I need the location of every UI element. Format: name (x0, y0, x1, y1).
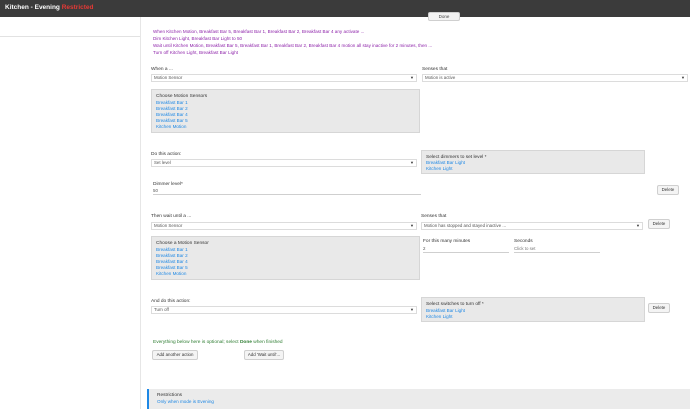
action-label: Do this action: (151, 152, 182, 157)
chevron-down-icon: ▼ (410, 307, 414, 312)
wait-senses-value: Motion has stopped and stayed inactive .… (424, 223, 507, 228)
summary-line: Wait until Kitchen Motion, Breakfast Bar… (153, 43, 433, 48)
list-item[interactable]: Kitchen Light (426, 314, 453, 319)
list-item[interactable]: Breakfast Bar 1 (156, 247, 188, 252)
chevron-down-icon: ▼ (681, 75, 685, 80)
when-label: When a ... (151, 67, 173, 72)
list-item[interactable]: Breakfast Bar 2 (156, 253, 188, 258)
minutes-label: For this many minutes (423, 239, 471, 244)
action2-select[interactable]: Turn off ▼ (151, 306, 417, 314)
when-senses-label: Senses that (422, 67, 448, 72)
top-bar: Kitchen - Evening Restricted (0, 0, 690, 17)
chevron-down-icon: ▼ (410, 75, 414, 80)
switches-picker-title: Select switches to turn off * (426, 302, 484, 307)
summary-line: Turn off Kitchen Light, Breakfast Bar Li… (153, 50, 239, 55)
delete-action-button[interactable]: Delete (657, 185, 679, 195)
chevron-down-icon: ▼ (410, 223, 414, 228)
when-senses-value: Motion is active (425, 75, 456, 80)
wait-motion-sensor-picker[interactable]: Choose a Motion Sensor Breakfast Bar 1 B… (151, 236, 420, 280)
action2-label: And do this action: (151, 299, 191, 304)
wait-motion-sensor-picker-title: Choose a Motion Sensor (156, 241, 209, 246)
wait-device-type-select[interactable]: Motion Sensor ▼ (151, 222, 417, 230)
sidebar (0, 17, 141, 409)
add-wait-until-button[interactable]: Add 'Wait until'... (244, 350, 284, 360)
optional-note: Everything below here is optional; selec… (153, 340, 283, 345)
dimmer-level-input[interactable]: 50 (153, 187, 421, 195)
list-item[interactable]: Kitchen Light (426, 166, 453, 171)
wait-label: Then wait until a ... (151, 214, 192, 219)
list-item[interactable]: Breakfast Bar 2 (156, 106, 188, 111)
wait-senses-label: Senses that (421, 214, 447, 219)
list-item[interactable]: Breakfast Bar 4 (156, 112, 188, 117)
done-button[interactable]: Done (428, 12, 460, 21)
seconds-label: Seconds (514, 239, 533, 244)
motion-sensors-picker-title: Choose Motion Sensors (156, 94, 208, 99)
when-device-type-value: Motion Sensor (154, 75, 183, 80)
rule-summary: When Kitchen Motion, Breakfast Bar 5, Br… (153, 28, 453, 56)
list-item[interactable]: Breakfast Bar Light (426, 160, 465, 165)
chevron-down-icon: ▼ (636, 223, 640, 228)
when-device-type-select[interactable]: Motion Sensor ▼ (151, 74, 417, 82)
app-title-state: Restricted (61, 4, 94, 11)
action2-select-value: Turn off (154, 307, 169, 312)
action-select[interactable]: Set level ▼ (151, 159, 417, 167)
dimmers-picker[interactable]: Select dimmers to set level * Breakfast … (421, 150, 645, 174)
minutes-input[interactable]: 2 (423, 245, 509, 253)
list-item[interactable]: Kitchen Motion (156, 124, 186, 129)
switches-picker[interactable]: Select switches to turn off * Breakfast … (421, 297, 645, 322)
restrictions-section[interactable]: Restrictions Only when mode is Evening (147, 389, 690, 409)
motion-sensors-picker[interactable]: Choose Motion Sensors Breakfast Bar 1 Br… (151, 89, 420, 133)
delete-wait-button[interactable]: Delete (648, 219, 670, 229)
chevron-down-icon: ▼ (410, 160, 414, 165)
optional-note-done: Done (239, 340, 252, 345)
optional-note-end: when finished (251, 340, 283, 345)
app-title-name: Kitchen - Evening (5, 4, 60, 11)
delete-action2-button[interactable]: Delete (648, 303, 670, 313)
add-another-action-button[interactable]: Add another action (152, 350, 198, 360)
action-select-value: Set level (154, 160, 171, 165)
optional-note-text: Everything below here is optional; selec… (153, 340, 240, 345)
list-item[interactable]: Kitchen Motion (156, 271, 186, 276)
restrictions-title: Restrictions (157, 393, 183, 398)
app-title: Kitchen - Evening Restricted (5, 4, 94, 11)
list-item[interactable]: Breakfast Bar Light (426, 308, 465, 313)
seconds-input[interactable]: Click to set (514, 245, 600, 253)
sidebar-divider (0, 36, 140, 37)
when-senses-select[interactable]: Motion is active ▼ (422, 74, 688, 82)
summary-line: Dim Kitchen Light, Breakfast Bar Light t… (153, 36, 243, 41)
wait-device-type-value: Motion Sensor (154, 223, 183, 228)
restrictions-value: Only when mode is Evening (157, 399, 214, 404)
list-item[interactable]: Breakfast Bar 5 (156, 265, 188, 270)
list-item[interactable]: Breakfast Bar 1 (156, 100, 188, 105)
summary-line: When Kitchen Motion, Breakfast Bar 5, Br… (153, 29, 365, 34)
list-item[interactable]: Breakfast Bar 5 (156, 118, 188, 123)
list-item[interactable]: Breakfast Bar 4 (156, 259, 188, 264)
wait-senses-select[interactable]: Motion has stopped and stayed inactive .… (421, 222, 643, 230)
